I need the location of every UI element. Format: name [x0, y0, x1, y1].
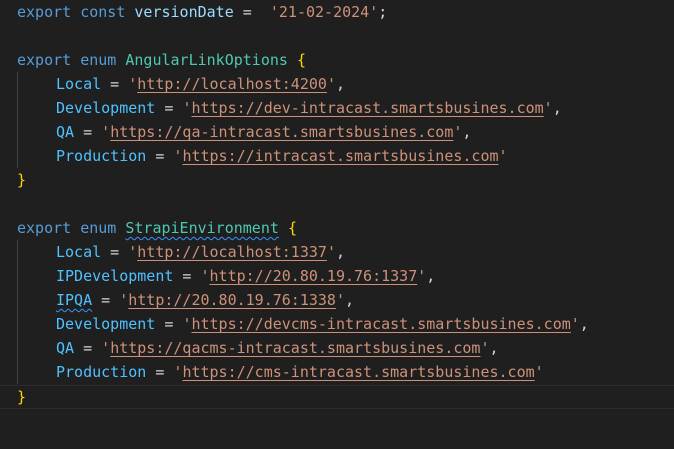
url-link[interactable]: http://20.80.19.76:1338 [128, 291, 336, 309]
url-link[interactable]: https://dev-intracast.smartsbusines.com [191, 99, 543, 117]
code-line-member[interactable]: IPQA = 'http://20.80.19.76:1338', [17, 288, 354, 312]
url-link[interactable]: http://localhost:4200 [137, 75, 327, 93]
keyword-enum: enum [80, 219, 117, 237]
keyword-export: export [17, 3, 72, 21]
code-line-member[interactable]: Production = 'https://intracast.smartsbu… [17, 144, 508, 168]
close-brace: } [17, 171, 27, 189]
code-line-enum-angular[interactable]: export enum AngularLinkOptions { [17, 48, 306, 72]
code-line-member[interactable]: IPDevelopment = 'http://20.80.19.76:1337… [17, 264, 435, 288]
keyword-enum: enum [80, 51, 117, 69]
keyword-export: export [17, 51, 72, 69]
operator-equals: = [233, 3, 261, 21]
code-line-member[interactable]: Local = 'http://localhost:4200', [17, 72, 345, 96]
close-brace: } [17, 388, 27, 406]
enum-member: Development [56, 99, 156, 117]
code-editor[interactable]: export const versionDate = '21-02-2024';… [0, 0, 674, 449]
enum-member: IPDevelopment [56, 267, 174, 285]
enum-name: StrapiEnvironment [125, 219, 279, 237]
code-line-member[interactable]: Development = 'https://dev-intracast.sma… [17, 96, 562, 120]
code-line-member[interactable]: QA = 'https://qa-intracast.smartsbusines… [17, 120, 471, 144]
enum-name: AngularLinkOptions [125, 51, 288, 69]
code-line-close-brace[interactable]: } [17, 168, 26, 192]
enum-member: Production [56, 147, 147, 165]
url-link[interactable]: https://cms-intracast.smartsbusines.com [182, 363, 534, 381]
url-link[interactable]: https://intracast.smartsbusines.com [182, 147, 498, 165]
url-link[interactable]: https://qa-intracast.smartsbusines.com [110, 123, 453, 141]
code-line-member[interactable]: QA = 'https://qacms-intracast.smartsbusi… [17, 336, 499, 360]
enum-member: IPQA [56, 291, 93, 309]
code-line-close-brace[interactable]: } [17, 385, 26, 409]
variable-name: versionDate [134, 3, 234, 21]
open-brace: { [296, 51, 306, 69]
string-literal: '21-02-2024' [269, 3, 379, 21]
semicolon: ; [378, 3, 388, 21]
code-line-member[interactable]: Development = 'https://devcms-intracast.… [17, 312, 589, 336]
enum-member: Production [56, 363, 147, 381]
open-brace: { [287, 219, 297, 237]
url-link[interactable]: http://localhost:1337 [137, 243, 327, 261]
keyword-const: const [80, 3, 126, 21]
current-line-highlight [0, 385, 674, 409]
url-link[interactable]: https://qacms-intracast.smartsbusines.co… [110, 339, 480, 357]
enum-member: QA [56, 123, 75, 141]
enum-member: QA [56, 339, 75, 357]
code-line-enum-strapi[interactable]: export enum StrapiEnvironment { [17, 216, 297, 240]
url-link[interactable]: http://20.80.19.76:1337 [210, 267, 418, 285]
code-line-member[interactable]: Local = 'http://localhost:1337', [17, 240, 345, 264]
url-link[interactable]: https://devcms-intracast.smartsbusines.c… [191, 315, 570, 333]
enum-member: Development [56, 315, 156, 333]
keyword-export: export [17, 219, 72, 237]
enum-member: Local [56, 75, 102, 93]
enum-member: Local [56, 243, 102, 261]
code-line-member[interactable]: Production = 'https://cms-intracast.smar… [17, 360, 544, 384]
code-line-version[interactable]: export const versionDate = '21-02-2024'; [17, 0, 387, 24]
